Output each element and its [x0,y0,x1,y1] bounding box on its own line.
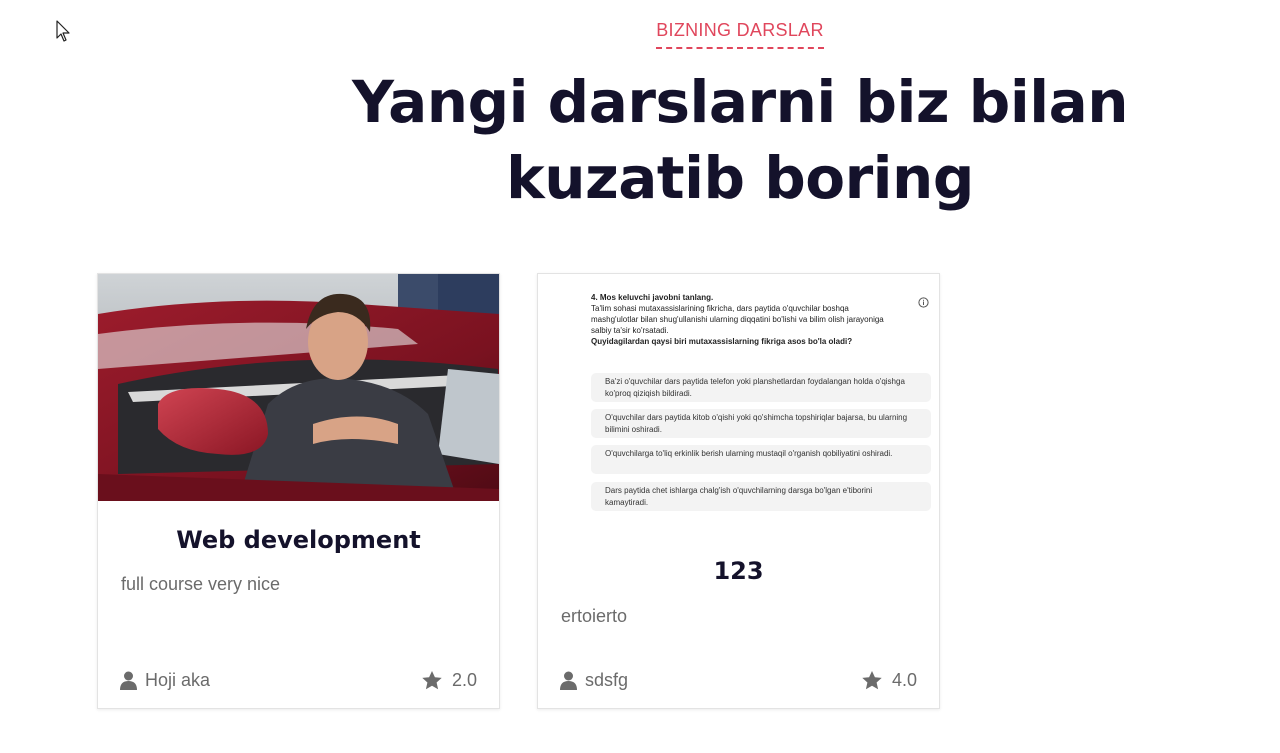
course-thumbnail-quiz[interactable]: 4. Mos keluvchi javobni tanlang. Ta'lim … [538,274,939,519]
quiz-question-body: Ta'lim sohasi mutaxassislarining fikrich… [591,304,884,335]
section-heading: Yangi darslarni biz bilan kuzatib boring [0,64,1280,216]
quiz-question: 4. Mos keluvchi javobni tanlang. Ta'lim … [591,292,891,347]
user-icon [120,671,137,690]
author-name: Hoji aka [145,670,211,690]
section-tag: BIZNING DARSLAR [0,20,1280,49]
quiz-question-prompt: Quyidagilardan qaysi biri mutaxassislarn… [591,337,853,346]
course-rating: 2.0 [422,670,477,691]
course-title[interactable]: Web development [98,526,499,554]
user-icon [560,671,577,690]
quiz-option: Ba'zi o'quvchilar dars paytida telefon y… [591,373,931,402]
course-card[interactable]: 4. Mos keluvchi javobni tanlang. Ta'lim … [537,273,940,709]
rating-value: 2.0 [451,670,477,690]
heading-line-2: kuzatib boring [506,144,974,212]
quiz-option: Dars paytida chet ishlarga chalg'ish o'q… [591,482,931,511]
rating-value: 4.0 [891,670,917,690]
course-description: ertoierto [561,606,628,626]
course-author: sdsfg [560,670,628,691]
course-rating: 4.0 [862,670,917,691]
quiz-option: O'quvchilar dars paytida kitob o'qishi y… [591,409,931,438]
quiz-option: O'quvchilarga to'liq erkinlik berish ula… [591,445,931,474]
info-icon [918,293,929,312]
course-card[interactable]: Web development full course very nice Ho… [97,273,500,709]
heading-line-1: Yangi darslarni biz bilan [351,68,1129,136]
star-icon [862,671,882,690]
course-description: full course very nice [121,574,281,594]
course-author: Hoji aka [120,670,210,691]
author-name: sdsfg [585,670,629,690]
quiz-question-title: 4. Mos keluvchi javobni tanlang. [591,293,714,302]
course-title[interactable]: 123 [538,557,939,585]
course-thumbnail-photo[interactable] [98,274,499,501]
star-icon [422,671,442,690]
